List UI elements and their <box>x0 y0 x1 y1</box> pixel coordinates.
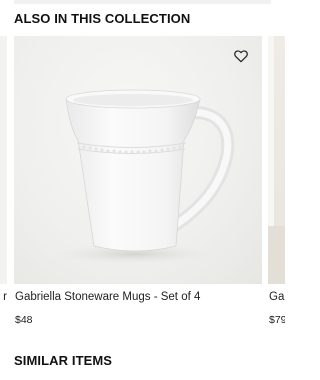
product-price: $79 <box>269 314 285 326</box>
product-image[interactable] <box>0 36 7 284</box>
product-card-partial-right[interactable]: Gal $79 <box>268 36 285 336</box>
mug-image <box>52 89 235 264</box>
product-card-partial-left[interactable]: r <box>0 36 7 336</box>
heart-outline-icon[interactable] <box>233 48 249 64</box>
product-card[interactable]: Gabriella Stoneware Mugs - Set of 4 $48 <box>14 36 262 336</box>
product-image[interactable] <box>268 36 285 284</box>
collection-carousel[interactable]: r Gabriella Stoneware Mugs - Set of 4 $4… <box>0 36 285 336</box>
product-price: $48 <box>15 314 33 326</box>
top-divider <box>14 0 271 4</box>
product-name[interactable]: Gal <box>269 291 285 303</box>
product-name[interactable]: r <box>3 291 7 303</box>
similar-items-heading: SIMILAR ITEMS <box>14 353 113 368</box>
product-image-partial <box>268 36 285 284</box>
product-name[interactable]: Gabriella Stoneware Mugs - Set of 4 <box>15 291 200 303</box>
product-image[interactable] <box>14 36 262 284</box>
product-page: ALSO IN THIS COLLECTION r Gabriella Ston… <box>0 0 285 380</box>
also-in-collection-heading: ALSO IN THIS COLLECTION <box>14 11 191 26</box>
